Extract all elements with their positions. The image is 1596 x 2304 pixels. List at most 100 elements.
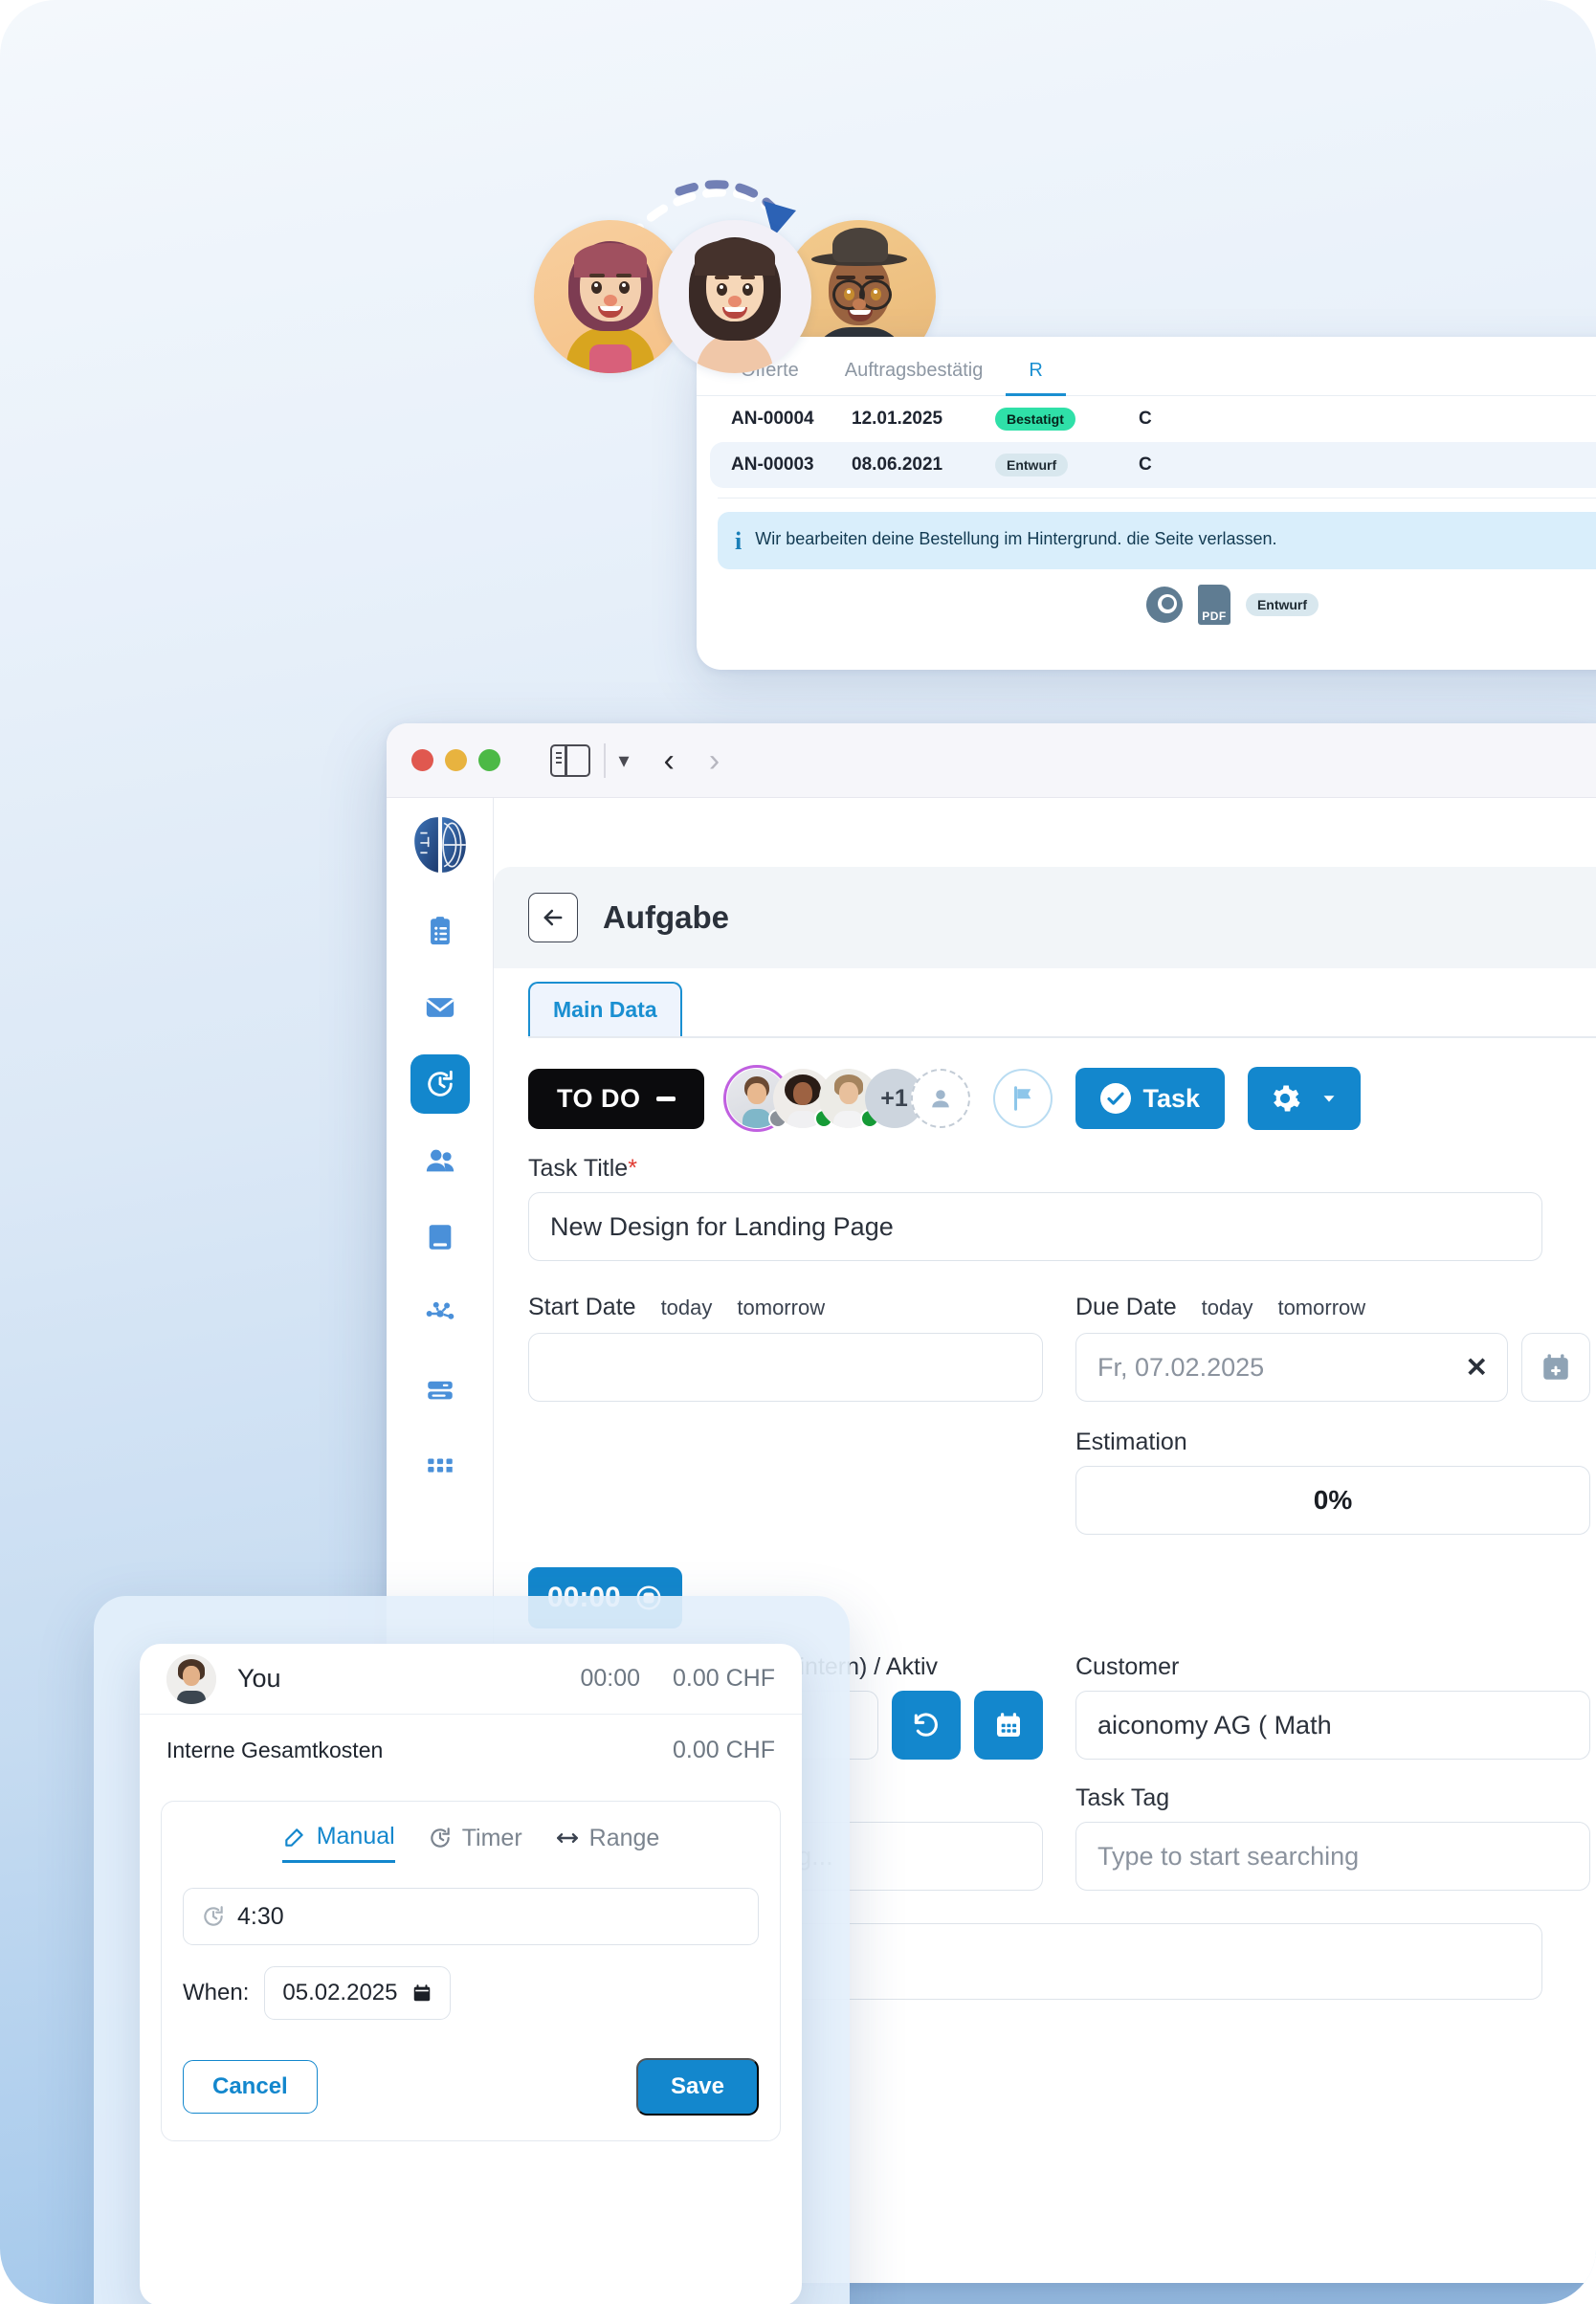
time-popup-footer: Cancel Save xyxy=(183,2058,759,2116)
forward-chevron-icon[interactable]: › xyxy=(709,744,720,777)
eye-icon[interactable] xyxy=(1146,587,1183,623)
table-row[interactable]: AN-00004 12.01.2025 Bestatigt C xyxy=(697,396,1596,442)
back-button[interactable] xyxy=(528,893,578,942)
start-date-group: Start Date today tomorrow xyxy=(528,1294,1043,1535)
when-label: When: xyxy=(183,1980,249,2006)
table-row[interactable]: AN-00003 08.06.2021 Entwurf C xyxy=(710,442,1596,488)
order-actions: PDF Entwurf xyxy=(802,569,1596,625)
task-button-label: Task xyxy=(1143,1084,1201,1114)
start-date-tomorrow[interactable]: tomorrow xyxy=(737,1296,825,1320)
status-dash-icon xyxy=(656,1097,676,1101)
sidebar-item-people[interactable] xyxy=(410,1131,470,1190)
sidebar-item-workflow[interactable] xyxy=(410,1284,470,1343)
sidebar-item-server[interactable] xyxy=(410,1361,470,1420)
tab-timer-label: Timer xyxy=(462,1825,522,1852)
close-icon[interactable]: ✕ xyxy=(1466,1352,1488,1384)
required-asterisk: * xyxy=(628,1155,637,1182)
status-badge: Entwurf xyxy=(1246,593,1319,616)
calendar-icon xyxy=(411,1983,432,2004)
tab-auftragsbestaetigung[interactable]: Auftragsbestätig xyxy=(822,360,1007,395)
sidebar-item-knowledge[interactable] xyxy=(410,1207,470,1267)
pdf-file-icon[interactable]: PDF xyxy=(1198,585,1230,625)
task-tag-input[interactable]: Type to start searching xyxy=(1075,1822,1590,1891)
calendar-icon[interactable] xyxy=(974,1691,1043,1760)
tab-main-data[interactable]: Main Data xyxy=(528,982,682,1036)
task-button[interactable]: Task xyxy=(1075,1068,1226,1129)
clipboard-list-icon xyxy=(424,915,456,947)
arrow-left-icon xyxy=(540,904,566,931)
task-title-input[interactable]: New Design for Landing Page xyxy=(528,1192,1542,1261)
order-trailing: C xyxy=(1139,454,1596,476)
when-date-input[interactable]: 05.02.2025 xyxy=(264,1966,450,2020)
tab-timer[interactable]: Timer xyxy=(428,1823,522,1863)
when-row: When: 05.02.2025 xyxy=(183,1966,759,2020)
check-circle-icon xyxy=(1100,1083,1131,1114)
due-date-value: Fr, 07.02.2025 xyxy=(1097,1353,1264,1383)
status-label: TO DO xyxy=(557,1084,641,1114)
settings-dropdown-button[interactable] xyxy=(1248,1067,1361,1130)
undo-icon[interactable] xyxy=(892,1691,961,1760)
book-icon xyxy=(424,1221,456,1253)
grid-apps-icon xyxy=(424,1451,456,1483)
due-date-input[interactable]: Fr, 07.02.2025 ✕ xyxy=(1075,1333,1508,1402)
order-status: Bestatigt xyxy=(995,408,1139,431)
when-date-value: 05.02.2025 xyxy=(282,1980,397,2006)
page-title: Aufgabe xyxy=(603,899,729,936)
duration-input[interactable]: 4:30 xyxy=(183,1888,759,1945)
chevron-down-icon[interactable]: ▾ xyxy=(619,750,630,771)
due-date-tomorrow[interactable]: tomorrow xyxy=(1277,1296,1365,1320)
back-chevron-icon[interactable]: ‹ xyxy=(664,744,675,777)
estimation-label: Estimation xyxy=(1075,1429,1590,1456)
brand-logo-brain-globe[interactable] xyxy=(409,813,472,876)
status-dropdown-button[interactable]: TO DO xyxy=(528,1069,704,1129)
order-id: AN-00003 xyxy=(718,454,852,476)
customer-select[interactable]: aiconomy AG ( Math xyxy=(1075,1691,1590,1760)
tab-rechnung[interactable]: R xyxy=(1006,360,1065,395)
start-date-input[interactable] xyxy=(528,1333,1043,1402)
sidebar-item-timetracking[interactable] xyxy=(410,1054,470,1114)
flag-button[interactable] xyxy=(993,1069,1053,1128)
gear-icon xyxy=(1269,1082,1301,1115)
maximize-window-button[interactable] xyxy=(478,749,500,771)
avatar xyxy=(166,1654,216,1704)
tab-manual-label: Manual xyxy=(317,1823,395,1850)
calendar-plus-icon[interactable] xyxy=(1521,1333,1590,1402)
due-date-label: Due Date xyxy=(1075,1294,1177,1321)
time-entry-duration: 00:00 xyxy=(580,1665,640,1693)
status-badge: Bestatigt xyxy=(995,408,1075,431)
status-badge: Entwurf xyxy=(995,454,1068,476)
window-traffic-lights xyxy=(411,749,500,771)
add-person-icon[interactable] xyxy=(911,1069,970,1128)
browser-toolbar: ▾ ‹ › xyxy=(387,723,1596,798)
due-date-today[interactable]: today xyxy=(1202,1296,1253,1320)
minimize-window-button[interactable] xyxy=(445,749,467,771)
orders-tab-bar: Offerte Auftragsbestätig R xyxy=(697,337,1596,396)
close-window-button[interactable] xyxy=(411,749,433,771)
customer-label: Customer xyxy=(1075,1653,1590,1681)
time-entry-amount: 0.00 CHF xyxy=(673,1665,775,1693)
start-date-label: Start Date xyxy=(528,1294,636,1321)
task-action-row: TO DO +1 Task xyxy=(528,1067,1596,1130)
info-banner-text: Wir bearbeiten deine Bestellung im Hinte… xyxy=(755,527,1276,550)
save-button[interactable]: Save xyxy=(636,2058,759,2116)
arrows-horizontal-icon xyxy=(555,1826,580,1850)
cancel-button[interactable]: Cancel xyxy=(183,2060,318,2114)
tab-range-label: Range xyxy=(589,1825,660,1852)
start-date-today[interactable]: today xyxy=(661,1296,713,1320)
tab-manual[interactable]: Manual xyxy=(282,1823,395,1863)
estimation-value: 0% xyxy=(1097,1485,1568,1516)
orders-panel: Offerte Auftragsbestätig R AN-00004 12.0… xyxy=(697,337,1596,670)
customer-group: Customer aiconomy AG ( Math Task Tag Ty… xyxy=(1075,1653,1590,1891)
chevron-down-icon xyxy=(1319,1088,1340,1109)
order-id: AN-00004 xyxy=(718,409,852,430)
sidebar-item-mail[interactable] xyxy=(410,978,470,1037)
sidebar-item-clipboard[interactable] xyxy=(410,901,470,961)
sidebar-toggle-icon[interactable] xyxy=(550,744,590,777)
main-tab-bar: Main Data xyxy=(494,968,1596,1036)
internal-costs-amount: 0.00 CHF xyxy=(673,1737,775,1764)
sidebar-item-apps[interactable] xyxy=(410,1437,470,1496)
tab-range[interactable]: Range xyxy=(555,1823,660,1863)
due-date-group: Due Date today tomorrow Fr, 07.02.2025 ✕ xyxy=(1075,1294,1590,1535)
server-icon xyxy=(424,1374,456,1407)
estimation-field[interactable]: 0% xyxy=(1075,1466,1590,1535)
